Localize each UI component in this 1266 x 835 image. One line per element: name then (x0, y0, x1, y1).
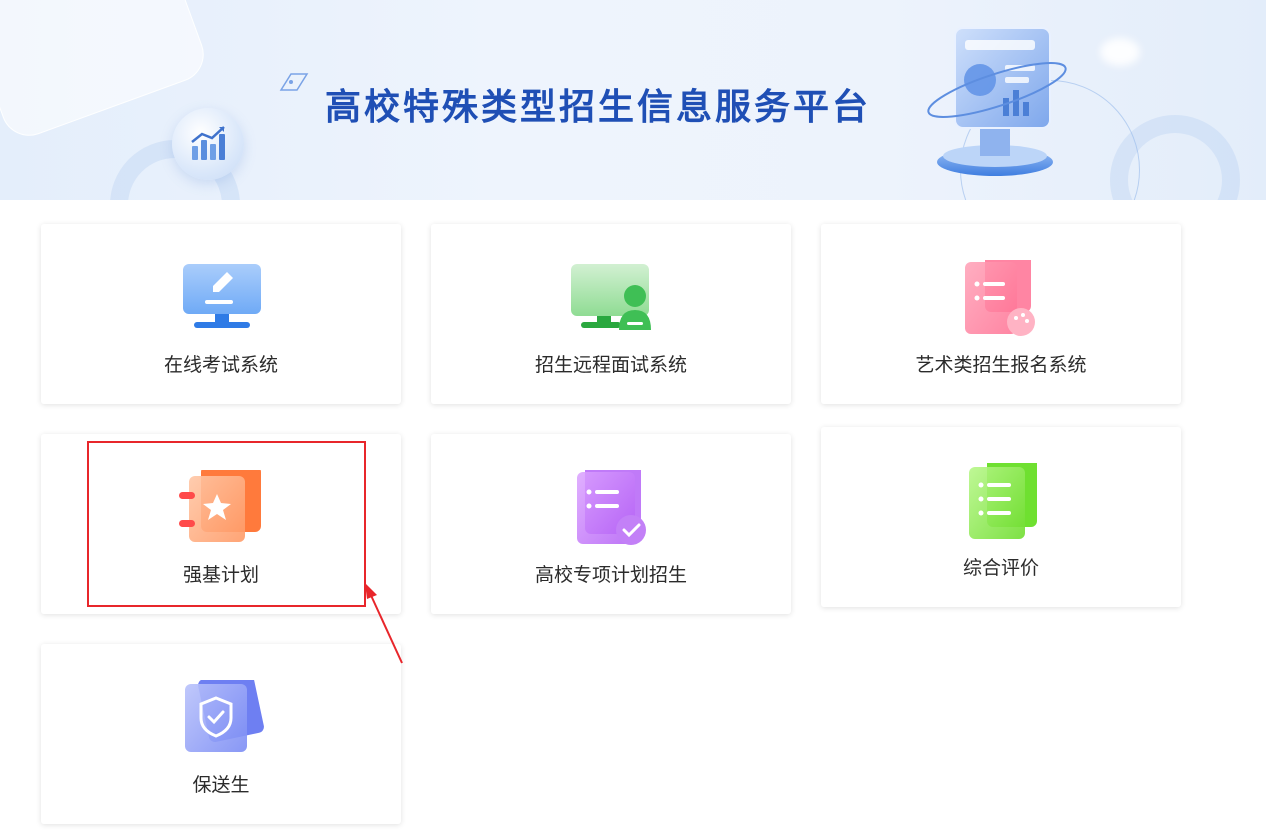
card-label: 综合评价 (962, 557, 1039, 579)
remote-interview-icon (571, 264, 651, 330)
card-label: 保送生 (192, 774, 250, 796)
card-label: 强基计划 (182, 564, 259, 586)
card-recommended-students[interactable]: 保送生 (41, 644, 401, 824)
card-label: 高校专项计划招生 (534, 564, 687, 586)
card-label: 在线考试系统 (163, 354, 278, 376)
card-comprehensive-evaluation[interactable]: 综合评价 (821, 427, 1181, 607)
shield-check-icon (185, 680, 264, 752)
card-art-enrollment[interactable]: 艺术类招生报名系统 (821, 224, 1181, 404)
card-label: 艺术类招生报名系统 (915, 354, 1087, 376)
dashboard-monitor-icon (927, 27, 1067, 176)
decorative-sparkle (1100, 38, 1140, 66)
list-document-icon (969, 463, 1037, 539)
star-book-icon (179, 470, 261, 542)
exam-monitor-icon (183, 264, 261, 328)
bar-chart-icon (172, 108, 244, 180)
art-enrollment-icon (965, 260, 1035, 336)
checked-list-icon (577, 470, 646, 545)
decorative-diamond-icon (279, 73, 309, 91)
header-banner: 高校特殊类型招生信息服务平台 (0, 0, 1266, 200)
annotation-arrow-icon (365, 583, 403, 664)
card-remote-interview[interactable]: 招生远程面试系统 (431, 224, 791, 404)
card-special-plan[interactable]: 高校专项计划招生 (431, 434, 791, 614)
card-online-exam[interactable]: 在线考试系统 (41, 224, 401, 404)
card-label: 招生远程面试系统 (534, 354, 687, 376)
page-title: 高校特殊类型招生信息服务平台 (325, 87, 872, 128)
card-strong-foundation[interactable]: 强基计划 (41, 434, 401, 614)
